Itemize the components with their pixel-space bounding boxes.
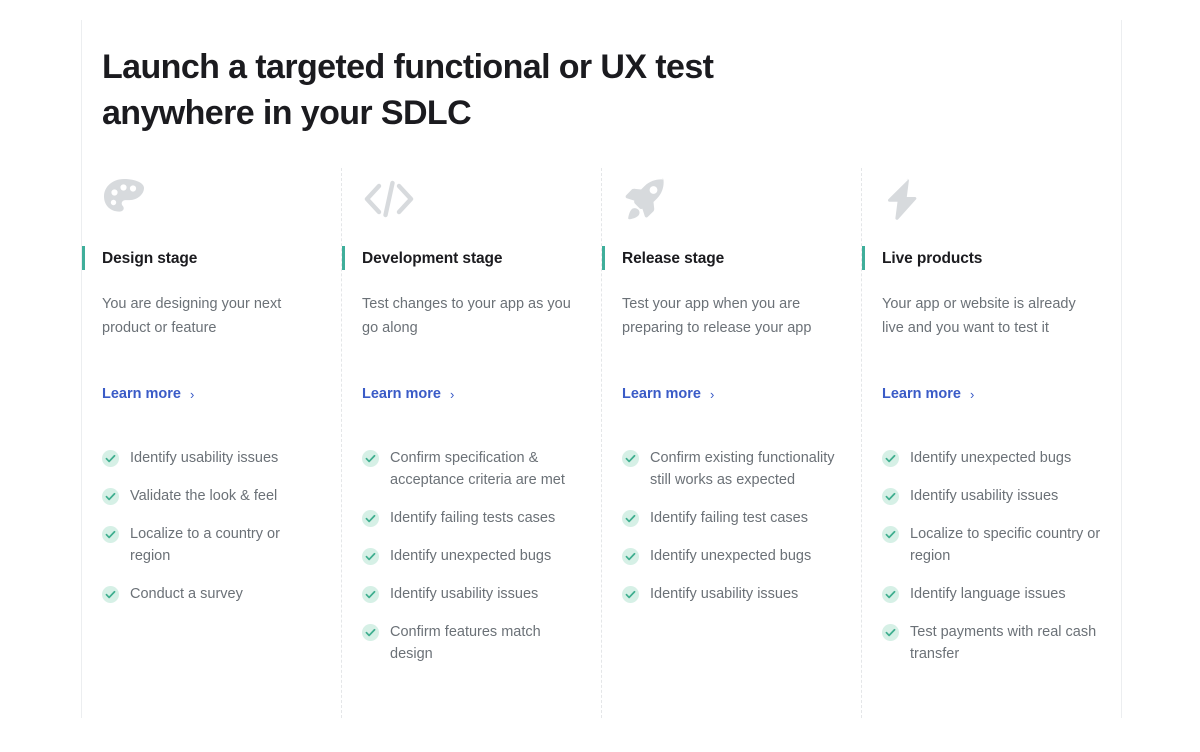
list-item: Identify usability issues <box>362 583 581 605</box>
stage-column-live-products: Live products Your app or website is alr… <box>862 168 1122 718</box>
stage-column-release: Release stage Test your app when you are… <box>602 168 862 718</box>
stage-column-development: Development stage Test changes to your a… <box>342 168 602 718</box>
list-item-label: Identify language issues <box>910 586 1066 602</box>
list-item-label: Test payments with real cash transfer <box>910 624 1097 662</box>
list-item: Identify unexpected bugs <box>622 545 841 567</box>
list-item-label: Identify usability issues <box>390 586 539 602</box>
list-item: Conduct a survey <box>102 583 321 605</box>
list-item: Localize to specific country or region <box>882 523 1102 567</box>
check-icon <box>102 526 119 543</box>
chevron-right-icon: › <box>709 386 715 402</box>
stage-accent-bar <box>602 246 605 270</box>
check-icon <box>622 548 639 565</box>
list-item-label: Identify usability issues <box>910 488 1059 504</box>
stage-columns: Design stage You are designing your next… <box>82 168 1122 718</box>
check-icon <box>882 488 899 505</box>
check-icon <box>882 624 899 641</box>
stage-title: Release stage <box>622 250 725 267</box>
list-item-label: Validate the look & feel <box>130 488 278 504</box>
list-item-label: Identify unexpected bugs <box>390 548 552 564</box>
list-item: Validate the look & feel <box>102 485 321 507</box>
stage-checklist: Confirm specification & acceptance crite… <box>362 447 581 665</box>
list-item-label: Confirm specification & acceptance crite… <box>390 450 565 488</box>
list-item-label: Identify failing test cases <box>650 510 808 526</box>
learn-more-label: Learn more <box>362 386 441 402</box>
list-item: Identify unexpected bugs <box>362 545 581 567</box>
page-title: Launch a targeted functional or UX test … <box>102 48 714 132</box>
stage-title: Design stage <box>102 250 198 267</box>
stage-accent-bar <box>82 246 85 270</box>
list-item: Confirm features match design <box>362 621 581 665</box>
list-item-label: Confirm existing functionality still wor… <box>650 450 835 488</box>
page-root: Launch a targeted functional or UX test … <box>0 0 1200 752</box>
stage-title-row: Design stage <box>82 246 321 270</box>
check-icon <box>362 450 379 467</box>
list-item: Confirm specification & acceptance crite… <box>362 447 581 491</box>
learn-more-label: Learn more <box>102 386 181 402</box>
list-item-label: Identify unexpected bugs <box>910 450 1072 466</box>
stage-title: Development stage <box>362 250 503 267</box>
list-item: Identify language issues <box>882 583 1102 605</box>
stage-title-row: Live products <box>862 246 1102 270</box>
stage-description: Your app or website is already live and … <box>882 296 1076 336</box>
list-item-label: Identify unexpected bugs <box>650 548 812 564</box>
stage-checklist: Identify unexpected bugs Identify usabil… <box>882 447 1102 665</box>
check-icon <box>362 510 379 527</box>
check-icon <box>882 450 899 467</box>
lightning-bolt-icon <box>882 168 1102 230</box>
rocket-icon <box>622 168 841 230</box>
stage-title-row: Release stage <box>602 246 841 270</box>
list-item-label: Identify usability issues <box>130 450 279 466</box>
learn-more-label: Learn more <box>882 386 961 402</box>
check-icon <box>882 526 899 543</box>
list-item: Identify usability issues <box>882 485 1102 507</box>
learn-more-link[interactable]: Learn more › <box>102 386 194 402</box>
list-item-label: Identify usability issues <box>650 586 799 602</box>
stage-accent-bar <box>862 246 865 270</box>
learn-more-link[interactable]: Learn more › <box>882 386 974 402</box>
list-item: Identify unexpected bugs <box>882 447 1102 469</box>
check-icon <box>102 450 119 467</box>
list-item: Identify usability issues <box>102 447 321 469</box>
stage-description: Test your app when you are preparing to … <box>622 296 812 336</box>
check-icon <box>882 586 899 603</box>
learn-more-link[interactable]: Learn more › <box>362 386 454 402</box>
list-item: Test payments with real cash transfer <box>882 621 1102 665</box>
check-icon <box>622 450 639 467</box>
list-item: Localize to a country or region <box>102 523 321 567</box>
stage-checklist: Identify usability issues Validate the l… <box>102 447 321 605</box>
chevron-right-icon: › <box>189 386 195 402</box>
stage-title-row: Development stage <box>342 246 581 270</box>
list-item-label: Confirm features match design <box>390 624 541 662</box>
check-icon <box>102 488 119 505</box>
stage-description: Test changes to your app as you go along <box>362 296 571 336</box>
check-icon <box>362 624 379 641</box>
list-item: Identify usability issues <box>622 583 841 605</box>
list-item-label: Identify failing tests cases <box>390 510 556 526</box>
check-icon <box>362 586 379 603</box>
list-item-label: Localize to specific country or region <box>910 526 1101 564</box>
check-icon <box>622 586 639 603</box>
chevron-right-icon: › <box>449 386 455 402</box>
learn-more-link[interactable]: Learn more › <box>622 386 714 402</box>
check-icon <box>362 548 379 565</box>
list-item: Identify failing test cases <box>622 507 841 529</box>
learn-more-label: Learn more <box>622 386 701 402</box>
list-item-label: Localize to a country or region <box>130 526 280 564</box>
code-brackets-icon <box>362 168 581 230</box>
list-item: Confirm existing functionality still wor… <box>622 447 841 491</box>
stage-title: Live products <box>882 250 983 267</box>
list-item-label: Conduct a survey <box>130 586 243 602</box>
list-item: Identify failing tests cases <box>362 507 581 529</box>
stage-accent-bar <box>342 246 345 270</box>
stage-description: You are designing your next product or f… <box>102 296 282 336</box>
check-icon <box>622 510 639 527</box>
palette-icon <box>102 168 321 230</box>
stage-column-design: Design stage You are designing your next… <box>82 168 342 718</box>
chevron-right-icon: › <box>969 386 975 402</box>
stage-checklist: Confirm existing functionality still wor… <box>622 447 841 605</box>
check-icon <box>102 586 119 603</box>
